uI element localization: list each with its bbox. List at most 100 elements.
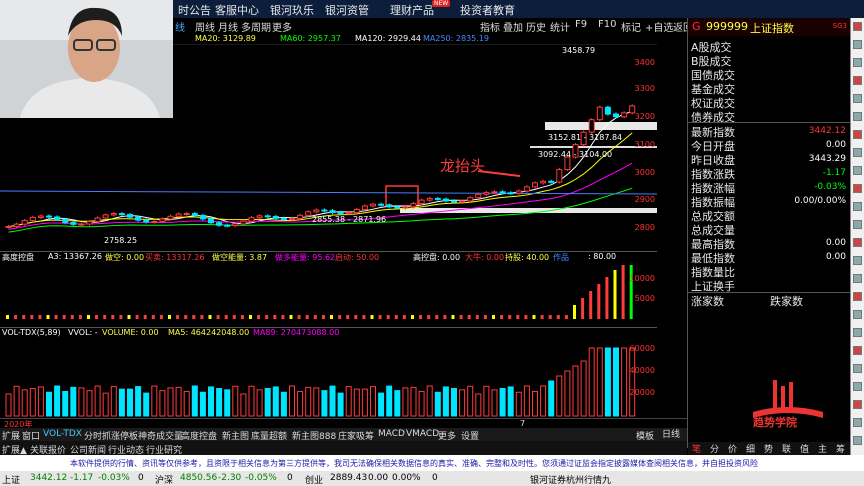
toolbar-f9[interactable]: F9 bbox=[575, 19, 587, 30]
volume-bar bbox=[70, 386, 77, 417]
side-tool-icon[interactable] bbox=[853, 130, 862, 139]
menu-item[interactable]: 银河玖乐 bbox=[270, 2, 314, 18]
toolbar-overlay[interactable]: 叠加 bbox=[503, 19, 523, 34]
ind1-bar bbox=[38, 315, 42, 319]
side-tool-icon[interactable] bbox=[853, 112, 862, 121]
menu-item[interactable]: 理财产品 bbox=[390, 2, 434, 18]
toolbar-f10[interactable]: F10 bbox=[598, 19, 616, 30]
ind1-bar bbox=[22, 315, 26, 319]
status-sz-vol: 0 bbox=[287, 473, 293, 483]
side-tool-icon[interactable] bbox=[853, 22, 862, 31]
ind1-bar bbox=[475, 315, 479, 319]
volume-bar bbox=[588, 347, 595, 417]
ind2-vvol: VVOL: - bbox=[68, 328, 98, 337]
toolbar-mark[interactable]: 标记 bbox=[621, 19, 641, 34]
side-tool-icon[interactable] bbox=[853, 202, 862, 211]
volume-bar bbox=[297, 390, 304, 417]
toolbar-add-watch[interactable]: +自选 bbox=[645, 19, 673, 34]
volume-bar bbox=[313, 387, 320, 417]
menu-item[interactable]: 客服中心 bbox=[215, 2, 259, 18]
footer-tab[interactable]: 价 bbox=[728, 442, 737, 455]
ind1-bar bbox=[240, 315, 244, 319]
footer-tab[interactable]: 势 bbox=[764, 442, 773, 455]
indicator1-header: 高度控盘 A3: 13367.26 做空: 0.00 买卖: 13317.26 … bbox=[0, 251, 657, 262]
side-tool-icon[interactable] bbox=[853, 184, 862, 193]
side-tool-icon[interactable] bbox=[853, 94, 862, 103]
footer-tab[interactable]: 主 bbox=[818, 442, 827, 455]
side-tool-icon[interactable] bbox=[853, 364, 862, 373]
tab-daily[interactable]: 线 bbox=[175, 19, 185, 34]
indicator2-header: VOL-TDX(5,89) VVOL: - VOLUME: 0.00 MA5: … bbox=[0, 327, 657, 338]
control-indicator-chart[interactable]: 10000 5000 bbox=[0, 262, 657, 325]
volume-bar bbox=[289, 385, 295, 417]
quote-footer-tabs: 笔 分 价 细 势 联 值 主 筹 bbox=[688, 442, 851, 456]
footer-tab[interactable]: 细 bbox=[746, 442, 755, 455]
candle-body bbox=[175, 213, 182, 217]
ind1-bar bbox=[176, 315, 180, 319]
ind1-bar bbox=[273, 315, 277, 319]
tab-weekly[interactable]: 周线 bbox=[195, 19, 215, 34]
side-tool-icon[interactable] bbox=[853, 256, 862, 265]
side-tool-icon[interactable] bbox=[853, 76, 862, 85]
footer-tab[interactable]: 分 bbox=[710, 442, 719, 455]
quote-value: 0.00 bbox=[825, 252, 846, 262]
footer-tab[interactable]: 值 bbox=[800, 442, 809, 455]
volume-bar bbox=[191, 385, 198, 417]
tab-more[interactable]: 更多 bbox=[272, 19, 292, 34]
footer-tab[interactable]: 筹 bbox=[836, 442, 845, 455]
ma250-line bbox=[0, 190, 657, 195]
candle-body bbox=[532, 182, 538, 188]
side-tool-icon[interactable] bbox=[853, 328, 862, 337]
candle-body bbox=[556, 169, 563, 183]
side-tool-icon[interactable] bbox=[853, 148, 862, 157]
index-name: 上证指数 bbox=[750, 22, 794, 35]
tab-vol-tdx[interactable]: VOL-TDX bbox=[43, 429, 82, 439]
volume-chart[interactable]: 60000 40000 20000 bbox=[0, 338, 657, 418]
side-tool-icon[interactable] bbox=[853, 166, 862, 175]
ind1-bar bbox=[459, 315, 463, 319]
side-tool-icon[interactable] bbox=[853, 382, 862, 391]
candle-body bbox=[280, 217, 287, 221]
menu-item[interactable]: 时公告 bbox=[178, 2, 211, 18]
candle-body bbox=[110, 213, 117, 216]
side-tool-icon[interactable] bbox=[853, 220, 862, 229]
new-badge: NEW bbox=[432, 0, 451, 7]
side-toolbar bbox=[850, 18, 864, 455]
tab-vmacd[interactable]: VMACD bbox=[406, 429, 439, 439]
side-tool-icon[interactable] bbox=[853, 292, 862, 301]
ind1-bar bbox=[200, 315, 204, 319]
ind2-name[interactable]: VOL-TDX(5,89) bbox=[2, 328, 61, 337]
side-tool-icon[interactable] bbox=[853, 238, 862, 247]
side-tool-icon[interactable] bbox=[853, 40, 862, 49]
period-daily[interactable]: 日线 bbox=[662, 427, 680, 440]
tab-macd[interactable]: MACD bbox=[378, 429, 405, 439]
side-tool-icon[interactable] bbox=[853, 346, 862, 355]
side-tool-icon[interactable] bbox=[853, 418, 862, 427]
ind1-bar bbox=[394, 315, 398, 319]
menu-item[interactable]: 银河资管 bbox=[325, 2, 369, 18]
ind1-bar bbox=[573, 305, 576, 319]
toolbar-history[interactable]: 历史 bbox=[526, 19, 546, 34]
ind1-a3: A3: 13367.26 bbox=[48, 252, 102, 261]
tab-multi-period[interactable]: 多周期 bbox=[241, 19, 271, 34]
tab-monthly[interactable]: 月线 bbox=[218, 19, 238, 34]
ind1-bar bbox=[30, 315, 34, 319]
side-tool-icon[interactable] bbox=[853, 436, 862, 445]
footer-tab[interactable]: 联 bbox=[782, 442, 791, 455]
menu-item[interactable]: 投资者教育 bbox=[460, 2, 515, 18]
side-tool-icon[interactable] bbox=[853, 400, 862, 409]
side-tool-icon[interactable] bbox=[853, 274, 862, 283]
volume-bar bbox=[410, 386, 417, 417]
toolbar-stats[interactable]: 统计 bbox=[550, 19, 570, 34]
side-tool-icon[interactable] bbox=[853, 310, 862, 319]
toolbar-indicator[interactable]: 指标 bbox=[480, 19, 500, 34]
ind1-bar bbox=[427, 315, 431, 319]
ma-legend: MA20: 3129.89 MA60: 2957.37 MA120: 2929.… bbox=[175, 34, 655, 44]
side-tool-icon[interactable] bbox=[853, 58, 862, 67]
down-count-label: 跌家数 bbox=[770, 295, 803, 308]
candle-body bbox=[62, 219, 69, 224]
volume-bar bbox=[418, 390, 425, 417]
price-tick: 2800 bbox=[634, 223, 655, 232]
footer-tab[interactable]: 笔 bbox=[692, 442, 701, 455]
price-tick: 3400 bbox=[634, 58, 655, 67]
